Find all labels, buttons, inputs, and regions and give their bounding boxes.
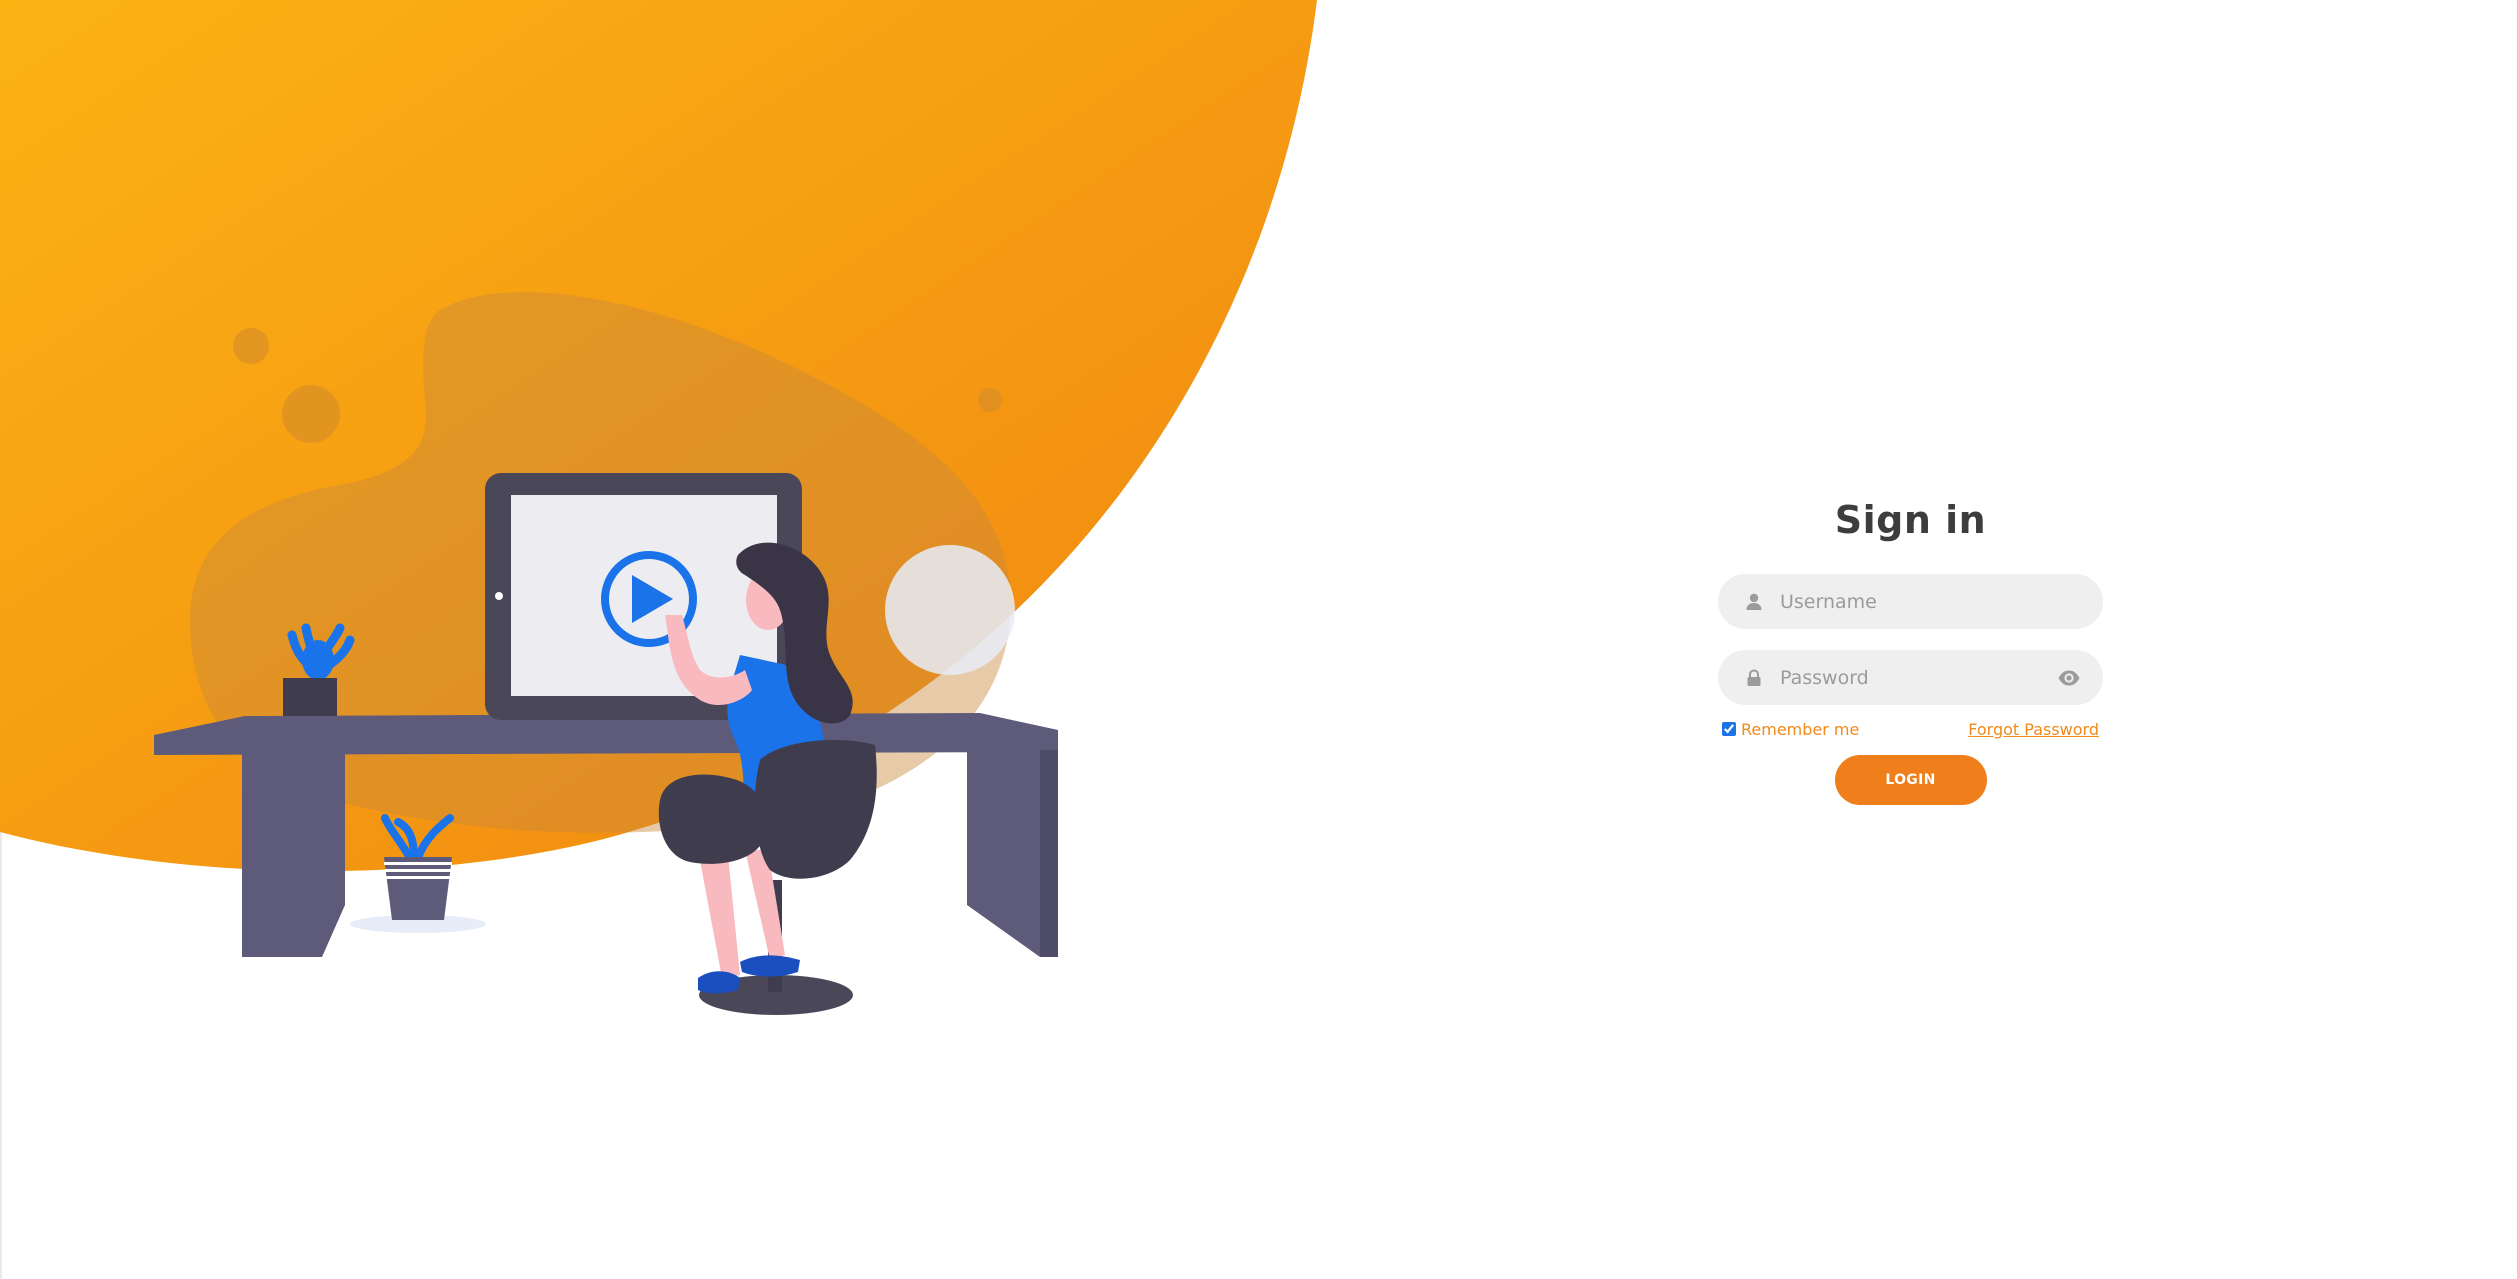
signin-title: Sign in: [1834, 498, 1987, 542]
decor-dot: [978, 388, 1002, 412]
login-page: Sign in Remember me: [0, 0, 2517, 1279]
lock-icon: [1747, 668, 1761, 686]
remember-me-option[interactable]: Remember me: [1722, 720, 1859, 739]
remember-me-checkbox[interactable]: [1722, 722, 1736, 736]
user-icon: [1746, 593, 1762, 610]
username-field[interactable]: [1718, 574, 2103, 629]
decor-dot: [282, 385, 340, 443]
hero-illustration: [0, 0, 1320, 1050]
monitor-button: [495, 592, 503, 600]
password-input[interactable]: [1780, 650, 2057, 705]
desk-leg-left: [242, 752, 345, 957]
username-input[interactable]: [1780, 574, 2103, 629]
login-button[interactable]: LOGIN: [1834, 755, 1987, 805]
decor-light-circle: [885, 545, 1015, 675]
desk-leg-right-inner: [1040, 750, 1058, 957]
forgot-password-link[interactable]: Forgot Password: [1968, 720, 2099, 739]
signin-options-row: Remember me Forgot Password: [1718, 717, 2103, 741]
eye-icon[interactable]: [2057, 666, 2081, 690]
password-field[interactable]: [1718, 650, 2103, 705]
remember-me-label: Remember me: [1741, 719, 1860, 739]
signin-form: Sign in Remember me: [1718, 480, 2103, 805]
decor-dot: [233, 328, 269, 364]
